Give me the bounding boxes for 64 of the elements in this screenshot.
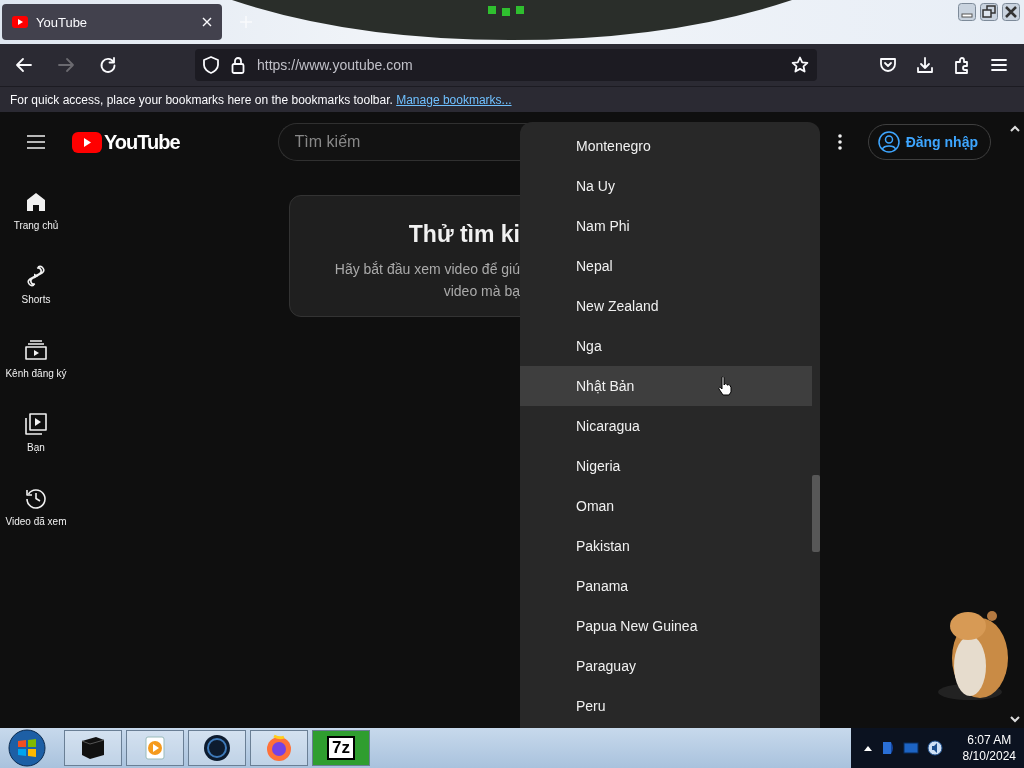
menu-item[interactable]: Nhật Bản (520, 366, 812, 406)
sidebar-item[interactable]: Shorts (0, 264, 72, 338)
close-icon[interactable] (1002, 3, 1020, 21)
star-icon[interactable] (791, 56, 809, 74)
lock-icon (231, 56, 245, 74)
sidebar-item[interactable]: Trang chủ (0, 190, 72, 264)
start-button-icon[interactable] (8, 729, 46, 767)
card-text: Hãy bắt đầu xem video để giú (333, 260, 520, 279)
url-text: https://www.youtube.com (257, 57, 414, 73)
menu-item[interactable]: New Zealand (520, 286, 812, 326)
show-hidden-icon[interactable] (862, 744, 873, 752)
home-icon (24, 190, 48, 214)
download-icon[interactable] (916, 56, 934, 74)
menu-item[interactable]: Panama (520, 566, 812, 606)
manage-bookmarks-link[interactable]: Manage bookmarks... (396, 92, 512, 107)
taskbar-button[interactable] (64, 730, 122, 766)
sidebar-item[interactable]: Kênh đăng ký (0, 338, 72, 412)
card-text: video mà bạ (442, 282, 520, 301)
puzzle-icon[interactable] (953, 56, 971, 74)
sidebar-item[interactable]: Video đã xem (0, 486, 72, 560)
card-title: Thử tìm ki (407, 221, 520, 248)
clock-time[interactable]: 6:07 AM (967, 732, 1012, 748)
back-icon[interactable] (15, 56, 33, 74)
account-icon (877, 131, 900, 153)
menu-item[interactable]: Peru (520, 686, 812, 726)
hand-cursor-icon (718, 376, 732, 396)
history-icon (24, 486, 48, 510)
network-icon[interactable] (902, 741, 919, 755)
app-tray-icon[interactable] (880, 740, 895, 756)
youtube-favicon-icon (12, 16, 28, 28)
address-bar[interactable]: https://www.youtube.com (195, 49, 817, 81)
reload-icon[interactable] (99, 56, 117, 74)
subscriptions-icon (24, 338, 48, 362)
taskbar-button[interactable]: 7z (312, 730, 370, 766)
menu-item[interactable]: Nam Phi (520, 206, 812, 246)
pocket-icon[interactable] (879, 56, 897, 74)
menu-item[interactable]: Nicaragua (520, 406, 812, 446)
library-icon (24, 412, 48, 436)
more-options-icon[interactable] (837, 134, 842, 150)
tab-title: YouTube (36, 14, 89, 30)
menu-icon[interactable] (26, 134, 46, 150)
restore-icon[interactable] (980, 3, 998, 21)
menu-icon[interactable] (990, 56, 1008, 74)
youtube-logo-icon[interactable] (72, 131, 102, 153)
scroll-up-icon[interactable] (1010, 125, 1020, 132)
taskbar-button[interactable] (188, 730, 246, 766)
forward-icon (57, 56, 75, 74)
browser-tab[interactable]: YouTube (2, 4, 222, 40)
menu-item[interactable]: Paraguay (520, 646, 812, 686)
speaker-icon[interactable] (926, 740, 943, 756)
scroll-down-icon[interactable] (1010, 716, 1020, 723)
menu-item[interactable]: Nigeria (520, 446, 812, 486)
youtube-logo-text[interactable]: YouTube (104, 130, 180, 154)
bookmarks-message: For quick access, place your bookmarks here on the bookmarks toolbar. (10, 92, 394, 107)
menu-item[interactable]: Nga (520, 326, 812, 366)
sidebar-item[interactable]: Bạn (0, 412, 72, 486)
menu-item[interactable]: Nepal (520, 246, 812, 286)
menu-item[interactable]: Oman (520, 486, 812, 526)
clock-date[interactable]: 8/10/2024 (962, 748, 1016, 764)
shield-icon (203, 56, 219, 74)
menu-item[interactable]: Pakistan (520, 526, 812, 566)
menu-item[interactable]: Papua New Guinea (520, 606, 812, 646)
scrollbar-thumb[interactable] (812, 475, 820, 552)
menu-item[interactable]: Na Uy (520, 166, 812, 206)
